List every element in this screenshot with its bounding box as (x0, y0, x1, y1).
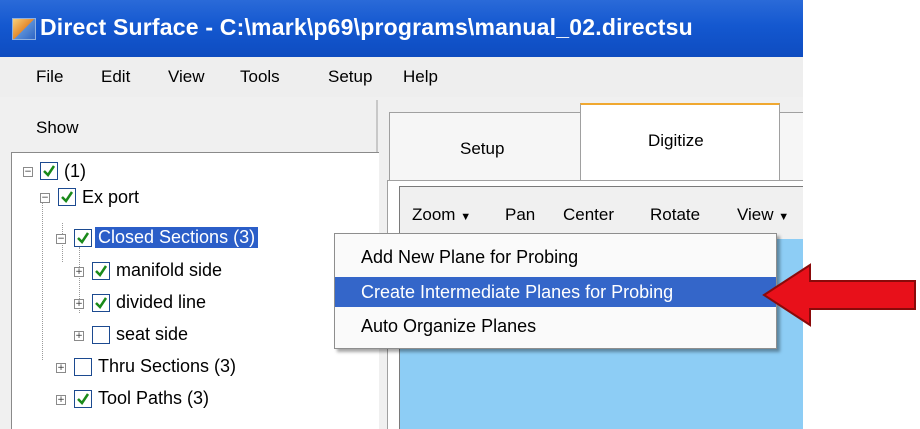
tree-node-divided-line[interactable]: + divided line (12, 290, 312, 314)
rotate-button[interactable]: Rotate (650, 205, 700, 225)
app-icon (12, 18, 36, 40)
checkmark-icon (95, 265, 108, 277)
checkbox[interactable] (58, 188, 76, 206)
tree-node-label: divided line (116, 292, 207, 312)
view-toolbar: Zoom ▼ Pan Center Rotate View ▼ (400, 187, 803, 239)
checkmark-icon (95, 297, 108, 309)
menu-item-label: Add New Plane for Probing (361, 247, 579, 267)
menu-item-label: Auto Organize Planes (361, 316, 537, 336)
checkbox[interactable] (74, 229, 92, 247)
tree-node-label: Closed Sections (3) (95, 227, 259, 248)
checkbox[interactable] (92, 262, 110, 280)
tree-node-label: manifold side (116, 260, 223, 280)
context-menu: Add New Plane for Probing Create Interme… (334, 233, 777, 349)
tree-view[interactable]: − (1) − Ex port − Closed Sections (3) + (11, 152, 379, 429)
menu-item-auto-organize-planes[interactable]: Auto Organize Planes (335, 311, 776, 341)
menu-item-add-new-plane[interactable]: Add New Plane for Probing (335, 242, 776, 272)
menu-view[interactable]: View (168, 67, 205, 87)
checkbox[interactable] (74, 358, 92, 376)
tab-label: Digitize (648, 131, 704, 150)
center-button[interactable]: Center (563, 205, 614, 225)
checkbox[interactable] (74, 390, 92, 408)
tab-setup[interactable]: Setup (389, 112, 581, 181)
checkbox[interactable] (40, 162, 58, 180)
menu-file[interactable]: File (36, 67, 63, 87)
menu-bar: File Edit View Tools Setup Help (0, 57, 803, 97)
chevron-down-icon: ▼ (460, 211, 472, 223)
title-bar: Direct Surface - C:\mark\p69\programs\ma… (0, 0, 803, 57)
tree-node-thru-sections[interactable]: + Thru Sections (3) (12, 354, 312, 378)
menu-item-create-intermediate-planes[interactable]: Create Intermediate Planes for Probing (335, 277, 776, 307)
menu-edit[interactable]: Edit (101, 67, 130, 87)
tree-node-label: Tool Paths (3) (98, 388, 210, 408)
tree-node-export[interactable]: − Ex port (12, 186, 212, 210)
show-label: Show (36, 118, 79, 137)
checkmark-icon (43, 165, 56, 177)
tree-node-manifold-side[interactable]: + manifold side (12, 258, 312, 282)
checkmark-icon (77, 232, 90, 244)
checkbox[interactable] (92, 294, 110, 312)
menu-tools[interactable]: Tools (240, 67, 280, 87)
app-window: Direct Surface - C:\mark\p69\programs\ma… (0, 0, 803, 429)
tree-node-tool-paths[interactable]: + Tool Paths (3) (12, 386, 312, 410)
tree-node-label: Thru Sections (3) (98, 356, 237, 376)
collapse-icon[interactable]: − (23, 167, 33, 177)
view-button[interactable]: View ▼ (737, 205, 789, 225)
tab-digitize[interactable]: Digitize (580, 103, 780, 182)
expand-icon[interactable]: + (56, 363, 66, 373)
tree-node-root[interactable]: − (1) (12, 161, 212, 185)
menu-setup[interactable]: Setup (328, 67, 372, 87)
collapse-icon[interactable]: − (40, 193, 50, 203)
tree-node-label: (1) (64, 161, 86, 181)
menu-help[interactable]: Help (403, 67, 438, 87)
expand-icon[interactable]: + (74, 299, 84, 309)
tree-node-label: seat side (116, 324, 189, 344)
red-arrow-icon (762, 263, 916, 327)
view-label: View (737, 205, 774, 224)
checkmark-icon (61, 191, 74, 203)
collapse-icon[interactable]: − (56, 234, 66, 244)
tab-next[interactable] (779, 112, 803, 181)
tree-node-label: Ex port (82, 187, 140, 207)
tree-node-seat-side[interactable]: + seat side (12, 322, 312, 346)
zoom-button[interactable]: Zoom ▼ (412, 205, 471, 225)
zoom-label: Zoom (412, 205, 456, 224)
checkmark-icon (77, 393, 90, 405)
checkbox[interactable] (92, 326, 110, 344)
expand-icon[interactable]: + (74, 331, 84, 341)
window-title: Direct Surface - C:\mark\p69\programs\ma… (40, 14, 693, 40)
chevron-down-icon: ▼ (778, 211, 790, 223)
tab-label: Setup (460, 139, 505, 158)
tree-node-closed-sections[interactable]: − Closed Sections (3) (12, 226, 342, 250)
expand-icon[interactable]: + (56, 395, 66, 405)
expand-icon[interactable]: + (74, 267, 84, 277)
pan-button[interactable]: Pan (505, 205, 535, 225)
menu-item-label: Create Intermediate Planes for Probing (361, 282, 674, 302)
